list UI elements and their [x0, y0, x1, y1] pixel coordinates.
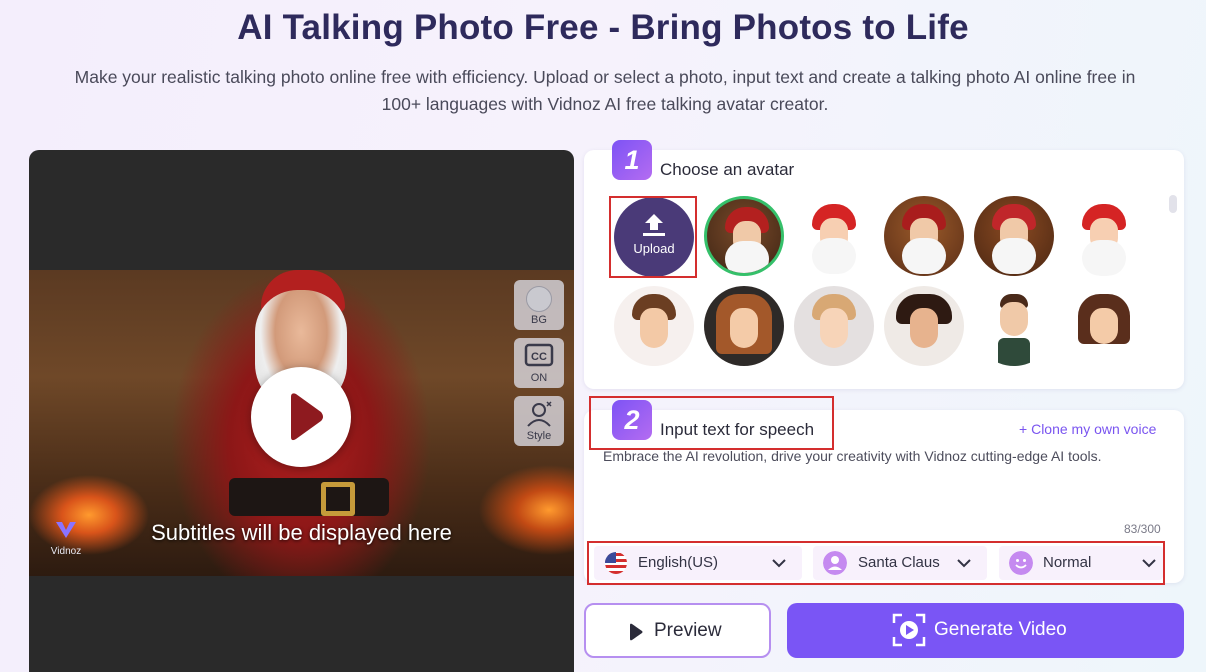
bg-button[interactable]: BG: [514, 280, 564, 330]
vidnoz-logo-text: Vidnoz: [50, 546, 82, 557]
santa-belt: [229, 478, 389, 516]
avatar-santa-photo[interactable]: [884, 196, 964, 276]
subtitles-label: ON: [530, 372, 548, 384]
generate-video-icon: [892, 613, 926, 647]
char-count: 83/300: [1124, 522, 1161, 536]
avatar-girl-cartoon[interactable]: [794, 286, 874, 366]
avatar-woman-cartoon[interactable]: [1064, 286, 1144, 366]
play-icon: [630, 623, 643, 641]
preview-label: Preview: [654, 620, 722, 641]
bg-label: BG: [531, 314, 547, 326]
clone-voice-label: Clone my own voice: [1031, 421, 1157, 437]
play-icon: [291, 393, 323, 441]
page-description: Make your realistic talking photo online…: [74, 67, 1136, 114]
play-button[interactable]: [251, 367, 351, 467]
upload-highlight-box: [609, 196, 697, 278]
style-icon: [527, 401, 552, 427]
santa-buckle: [321, 482, 355, 516]
avatar-man-cartoon[interactable]: [614, 286, 694, 366]
plus-icon: +: [1019, 421, 1028, 437]
avatar-santa-photo[interactable]: [974, 196, 1054, 276]
avatar-santa-photo-selected[interactable]: [704, 196, 784, 276]
avatar-boy-cartoon[interactable]: [884, 286, 964, 366]
video-side-tools: BG CC ON Style: [514, 280, 564, 454]
style-label: Style: [526, 430, 552, 442]
page-title: AI Talking Photo Free - Bring Photos to …: [237, 8, 969, 47]
svg-text:CC: CC: [531, 351, 547, 363]
subtitles-button[interactable]: CC ON: [514, 338, 564, 388]
preview-button[interactable]: Preview: [584, 603, 771, 658]
generate-video-button[interactable]: Generate Video: [787, 603, 1184, 658]
bg-circle-icon: [526, 286, 552, 312]
video-preview-panel: Vidnoz Subtitles will be displayed here: [29, 150, 574, 672]
avatar-santa-cartoon[interactable]: [794, 196, 874, 276]
subtitle-text: Subtitles will be displayed here: [151, 520, 452, 545]
speech-textarea[interactable]: Embrace the AI revolution, drive your cr…: [603, 448, 1173, 464]
avatar-santa-cartoon[interactable]: [1064, 196, 1144, 276]
avatar-woman-cartoon[interactable]: [704, 286, 784, 366]
step-2-highlight-box: [589, 396, 834, 450]
step-1-badge: 1: [612, 140, 652, 180]
cc-icon: CC: [524, 343, 554, 367]
avatar-section-title: Choose an avatar: [660, 160, 795, 179]
avatar-scrollbar[interactable]: [1169, 195, 1177, 213]
style-button[interactable]: Style: [514, 396, 564, 446]
voice-settings-highlight-box: [587, 541, 1165, 585]
clone-voice-link[interactable]: + Clone my own voice: [1019, 421, 1156, 437]
video-frame: Vidnoz Subtitles will be displayed here: [29, 270, 574, 576]
avatar-man-glasses-cartoon[interactable]: [974, 286, 1054, 366]
generate-video-label: Generate Video: [934, 619, 1067, 640]
